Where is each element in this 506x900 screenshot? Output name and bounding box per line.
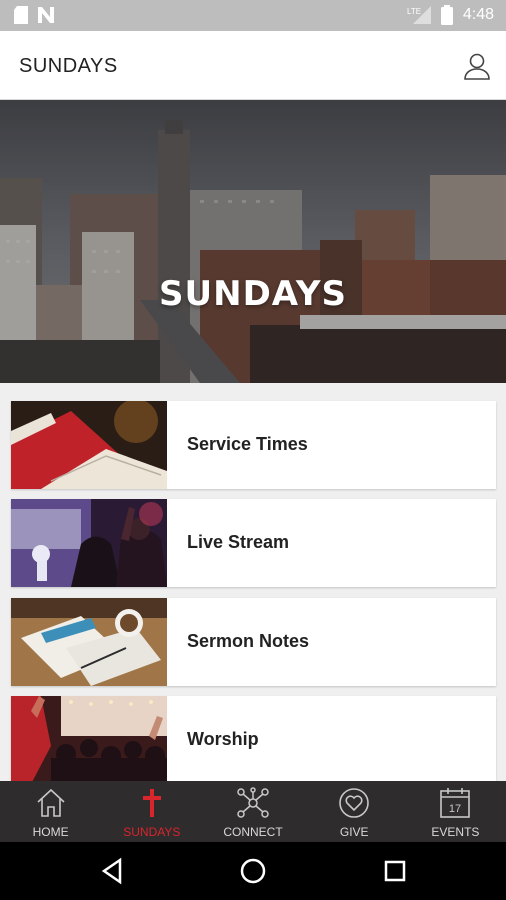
page-title: SUNDAYS xyxy=(19,55,118,77)
bible-photo xyxy=(11,401,167,489)
recents-button[interactable] xyxy=(380,856,410,886)
menu-item-sermon-notes[interactable]: Sermon Notes xyxy=(11,598,496,686)
home-icon xyxy=(37,788,65,817)
nav-label: EVENTS xyxy=(431,825,480,839)
hero-title: SUNDAYS xyxy=(159,274,347,314)
menu-item-live-stream[interactable]: Live Stream xyxy=(11,499,496,587)
nav-label: GIVE xyxy=(339,825,369,839)
battery-icon xyxy=(440,5,453,25)
menu-item-label: Worship xyxy=(187,729,259,749)
nav-tab-give[interactable]: GIVE xyxy=(304,781,405,842)
menu-item-label: Live Stream xyxy=(187,532,290,552)
home-circle-icon xyxy=(240,858,266,884)
nav-tab-home[interactable]: HOME xyxy=(0,781,101,842)
worship-crowd-photo xyxy=(11,696,167,784)
menu-item-label: Service Times xyxy=(187,434,308,454)
notebook-coffee-photo xyxy=(11,598,167,686)
user-icon xyxy=(464,53,490,80)
profile-button[interactable] xyxy=(462,51,492,81)
sermon-notes-thumbnail xyxy=(11,598,167,686)
recents-square-icon xyxy=(384,860,406,882)
app-bar: SUNDAYS xyxy=(0,31,506,100)
heart-icon xyxy=(339,788,370,818)
cross-icon xyxy=(142,789,161,817)
calendar-icon: 17 xyxy=(440,788,471,818)
bottom-navigation: HOME SUNDAYS CONNECT GIVE 17 EVENTS xyxy=(0,781,506,842)
status-time: 4:48 xyxy=(462,6,494,23)
nav-label: CONNECT xyxy=(223,825,283,839)
hero-banner: SUNDAYS xyxy=(0,100,506,383)
nav-tab-sundays[interactable]: SUNDAYS xyxy=(101,781,202,842)
back-triangle-icon xyxy=(101,857,122,885)
menu-item-service-times[interactable]: Service Times xyxy=(11,401,496,489)
network-label: LTE xyxy=(407,7,421,16)
city-skyline-image xyxy=(0,100,506,383)
service-times-thumbnail xyxy=(11,401,167,489)
home-button[interactable] xyxy=(238,856,268,886)
calendar-day: 17 xyxy=(449,803,461,815)
menu-item-label: Sermon Notes xyxy=(187,631,310,651)
back-button[interactable] xyxy=(98,856,128,886)
worship-thumbnail xyxy=(11,696,167,784)
nav-tab-connect[interactable]: CONNECT xyxy=(202,781,303,842)
status-bar: LTE 4:48 xyxy=(0,0,506,31)
n-notification-icon xyxy=(38,7,54,23)
signal-icon: LTE xyxy=(407,6,431,24)
menu-item-worship[interactable]: Worship xyxy=(11,696,496,784)
nav-label: HOME xyxy=(32,825,69,839)
nav-label: SUNDAYS xyxy=(123,825,181,839)
nav-tab-events[interactable]: 17 EVENTS xyxy=(405,781,506,842)
sd-card-icon xyxy=(14,6,28,24)
system-navigation-bar xyxy=(0,842,506,900)
live-stream-thumbnail xyxy=(11,499,167,587)
network-icon xyxy=(237,787,269,818)
concert-photo xyxy=(11,499,167,587)
